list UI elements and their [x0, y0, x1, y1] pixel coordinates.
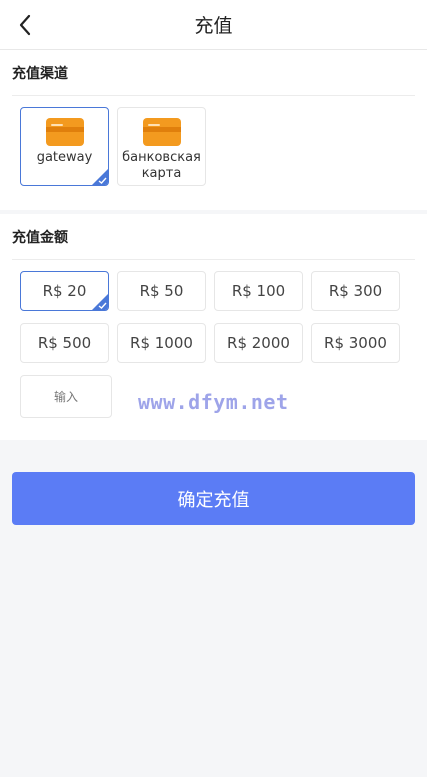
- page-title: 充值: [194, 15, 233, 37]
- back-button[interactable]: [10, 10, 40, 40]
- channel-section: 充值渠道 gateway банковская карта: [0, 50, 427, 210]
- selected-check-icon: [92, 294, 108, 310]
- channel-label: gateway: [36, 150, 93, 165]
- channel-option-bank-card[interactable]: банковская карта: [117, 107, 206, 186]
- amount-option[interactable]: R$ 1000: [117, 323, 206, 363]
- selected-check-icon: [92, 169, 108, 185]
- amount-option[interactable]: R$ 300: [311, 271, 400, 311]
- amount-option[interactable]: R$ 20: [20, 271, 109, 311]
- amount-label: R$ 3000: [324, 334, 387, 352]
- card-icon: [142, 118, 181, 146]
- custom-amount-input[interactable]: [20, 375, 112, 418]
- amount-label: R$ 50: [139, 282, 184, 300]
- amount-option[interactable]: R$ 500: [20, 323, 109, 363]
- amount-label: R$ 300: [328, 282, 383, 300]
- confirm-recharge-button[interactable]: 确定充值: [12, 472, 415, 525]
- watermark: www.dfym.net: [138, 390, 289, 414]
- header: 充值: [0, 0, 427, 50]
- amount-option[interactable]: R$ 3000: [311, 323, 400, 363]
- channel-section-title: 充值渠道: [12, 50, 415, 96]
- channel-label: банковская карта: [122, 150, 201, 181]
- amount-section-title: 充值金额: [12, 214, 415, 260]
- amount-label: R$ 2000: [227, 334, 290, 352]
- amount-label: R$ 20: [42, 282, 87, 300]
- amount-label: R$ 1000: [130, 334, 193, 352]
- amount-label: R$ 500: [37, 334, 92, 352]
- recharge-page: 充值 充值渠道 gateway банковская карта 充值金额 R$…: [0, 0, 427, 777]
- channel-option-gateway[interactable]: gateway: [20, 107, 109, 186]
- amount-option[interactable]: R$ 100: [214, 271, 303, 311]
- card-icon: [45, 118, 84, 146]
- amount-label: R$ 100: [231, 282, 286, 300]
- amount-option[interactable]: R$ 2000: [214, 323, 303, 363]
- chevron-left-icon: [19, 14, 31, 36]
- amount-option[interactable]: R$ 50: [117, 271, 206, 311]
- channel-list: gateway банковская карта: [12, 96, 415, 210]
